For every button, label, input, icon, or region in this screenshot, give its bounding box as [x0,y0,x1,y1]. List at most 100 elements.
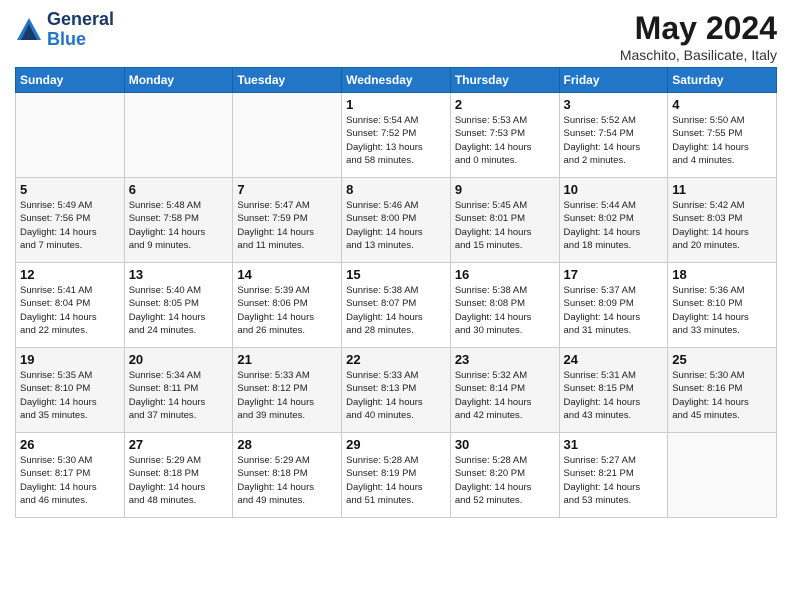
logo: General Blue [15,10,114,50]
day-info: Sunrise: 5:49 AM Sunset: 7:56 PM Dayligh… [20,199,120,252]
day-info: Sunrise: 5:52 AM Sunset: 7:54 PM Dayligh… [564,114,664,167]
calendar-week-row: 19 Sunrise: 5:35 AM Sunset: 8:10 PM Dayli… [16,348,777,433]
day-info: Sunrise: 5:30 AM Sunset: 8:16 PM Dayligh… [672,369,772,422]
day-info: Sunrise: 5:44 AM Sunset: 8:02 PM Dayligh… [564,199,664,252]
day-info: Sunrise: 5:31 AM Sunset: 8:15 PM Dayligh… [564,369,664,422]
calendar-day-cell [124,93,233,178]
calendar-day-cell: 28 Sunrise: 5:29 AM Sunset: 8:18 PM Dayli… [233,433,342,518]
day-info: Sunrise: 5:46 AM Sunset: 8:00 PM Dayligh… [346,199,446,252]
day-of-week-header: Thursday [450,68,559,93]
calendar-week-row: 5 Sunrise: 5:49 AM Sunset: 7:56 PM Daylig… [16,178,777,263]
day-number: 8 [346,182,446,197]
calendar-day-cell [668,433,777,518]
calendar-day-cell: 21 Sunrise: 5:33 AM Sunset: 8:12 PM Dayli… [233,348,342,433]
day-number: 27 [129,437,229,452]
calendar-day-cell: 17 Sunrise: 5:37 AM Sunset: 8:09 PM Dayli… [559,263,668,348]
day-info: Sunrise: 5:41 AM Sunset: 8:04 PM Dayligh… [20,284,120,337]
calendar-day-cell: 24Sunrise: 5:31 AM Sunset: 8:15 PM Dayli… [559,348,668,433]
day-number: 19 [20,352,120,367]
day-info: Sunrise: 5:42 AM Sunset: 8:03 PM Dayligh… [672,199,772,252]
calendar-week-row: 26Sunrise: 5:30 AM Sunset: 8:17 PM Dayli… [16,433,777,518]
calendar-day-cell: 13 Sunrise: 5:40 AM Sunset: 8:05 PM Dayli… [124,263,233,348]
day-of-week-header: Monday [124,68,233,93]
calendar-day-cell: 11 Sunrise: 5:42 AM Sunset: 8:03 PM Dayli… [668,178,777,263]
calendar-day-cell: 26Sunrise: 5:30 AM Sunset: 8:17 PM Dayli… [16,433,125,518]
day-number: 21 [237,352,337,367]
day-number: 3 [564,97,664,112]
day-info: Sunrise: 5:34 AM Sunset: 8:11 PM Dayligh… [129,369,229,422]
day-info: Sunrise: 5:30 AM Sunset: 8:17 PM Dayligh… [20,454,120,507]
day-info: Sunrise: 5:37 AM Sunset: 8:09 PM Dayligh… [564,284,664,337]
calendar-day-cell: 9 Sunrise: 5:45 AM Sunset: 8:01 PM Daylig… [450,178,559,263]
calendar-week-row: 1 Sunrise: 5:54 AM Sunset: 7:52 PM Daylig… [16,93,777,178]
calendar-day-cell: 12 Sunrise: 5:41 AM Sunset: 8:04 PM Dayli… [16,263,125,348]
day-number: 31 [564,437,664,452]
day-number: 29 [346,437,446,452]
day-info: Sunrise: 5:28 AM Sunset: 8:20 PM Dayligh… [455,454,555,507]
day-number: 22 [346,352,446,367]
day-number: 13 [129,267,229,282]
calendar-day-cell: 29Sunrise: 5:28 AM Sunset: 8:19 PM Dayli… [342,433,451,518]
logo-icon [15,16,43,44]
day-number: 2 [455,97,555,112]
calendar-day-cell: 27 Sunrise: 5:29 AM Sunset: 8:18 PM Dayli… [124,433,233,518]
calendar-day-cell: 2 Sunrise: 5:53 AM Sunset: 7:53 PM Daylig… [450,93,559,178]
logo-text: General Blue [47,10,114,50]
calendar-day-cell: 19 Sunrise: 5:35 AM Sunset: 8:10 PM Dayli… [16,348,125,433]
calendar-day-cell: 6Sunrise: 5:48 AM Sunset: 7:58 PM Daylig… [124,178,233,263]
day-number: 14 [237,267,337,282]
day-number: 28 [237,437,337,452]
day-of-week-header: Wednesday [342,68,451,93]
day-of-week-header: Saturday [668,68,777,93]
day-info: Sunrise: 5:35 AM Sunset: 8:10 PM Dayligh… [20,369,120,422]
day-info: Sunrise: 5:50 AM Sunset: 7:55 PM Dayligh… [672,114,772,167]
calendar-day-cell: 1 Sunrise: 5:54 AM Sunset: 7:52 PM Daylig… [342,93,451,178]
calendar-day-cell: 23 Sunrise: 5:32 AM Sunset: 8:14 PM Dayli… [450,348,559,433]
day-info: Sunrise: 5:29 AM Sunset: 8:18 PM Dayligh… [129,454,229,507]
day-info: Sunrise: 5:45 AM Sunset: 8:01 PM Dayligh… [455,199,555,252]
calendar-day-cell: 30Sunrise: 5:28 AM Sunset: 8:20 PM Dayli… [450,433,559,518]
day-info: Sunrise: 5:38 AM Sunset: 8:07 PM Dayligh… [346,284,446,337]
calendar-day-cell: 10 Sunrise: 5:44 AM Sunset: 8:02 PM Dayli… [559,178,668,263]
day-number: 11 [672,182,772,197]
day-number: 5 [20,182,120,197]
day-info: Sunrise: 5:32 AM Sunset: 8:14 PM Dayligh… [455,369,555,422]
calendar-day-cell: 16 Sunrise: 5:38 AM Sunset: 8:08 PM Dayli… [450,263,559,348]
day-of-week-header: Tuesday [233,68,342,93]
calendar-day-cell: 5 Sunrise: 5:49 AM Sunset: 7:56 PM Daylig… [16,178,125,263]
day-number: 6 [129,182,229,197]
day-info: Sunrise: 5:53 AM Sunset: 7:53 PM Dayligh… [455,114,555,167]
day-info: Sunrise: 5:36 AM Sunset: 8:10 PM Dayligh… [672,284,772,337]
day-number: 1 [346,97,446,112]
calendar-day-cell: 7 Sunrise: 5:47 AM Sunset: 7:59 PM Daylig… [233,178,342,263]
day-number: 4 [672,97,772,112]
day-info: Sunrise: 5:40 AM Sunset: 8:05 PM Dayligh… [129,284,229,337]
calendar-day-cell: 18 Sunrise: 5:36 AM Sunset: 8:10 PM Dayli… [668,263,777,348]
day-info: Sunrise: 5:33 AM Sunset: 8:12 PM Dayligh… [237,369,337,422]
day-info: Sunrise: 5:47 AM Sunset: 7:59 PM Dayligh… [237,199,337,252]
day-number: 25 [672,352,772,367]
calendar-header-row: SundayMondayTuesdayWednesdayThursdayFrid… [16,68,777,93]
day-number: 17 [564,267,664,282]
calendar-day-cell [16,93,125,178]
calendar-day-cell: 15Sunrise: 5:38 AM Sunset: 8:07 PM Dayli… [342,263,451,348]
day-number: 12 [20,267,120,282]
calendar-day-cell: 22Sunrise: 5:33 AM Sunset: 8:13 PM Dayli… [342,348,451,433]
day-number: 7 [237,182,337,197]
day-number: 23 [455,352,555,367]
day-number: 20 [129,352,229,367]
day-info: Sunrise: 5:38 AM Sunset: 8:08 PM Dayligh… [455,284,555,337]
day-number: 9 [455,182,555,197]
calendar-day-cell [233,93,342,178]
calendar-day-cell: 31 Sunrise: 5:27 AM Sunset: 8:21 PM Dayli… [559,433,668,518]
day-of-week-header: Friday [559,68,668,93]
calendar-week-row: 12 Sunrise: 5:41 AM Sunset: 8:04 PM Dayli… [16,263,777,348]
day-number: 18 [672,267,772,282]
day-number: 10 [564,182,664,197]
day-info: Sunrise: 5:27 AM Sunset: 8:21 PM Dayligh… [564,454,664,507]
calendar-day-cell: 14Sunrise: 5:39 AM Sunset: 8:06 PM Dayli… [233,263,342,348]
day-info: Sunrise: 5:29 AM Sunset: 8:18 PM Dayligh… [237,454,337,507]
calendar-day-cell: 20 Sunrise: 5:34 AM Sunset: 8:11 PM Dayli… [124,348,233,433]
day-info: Sunrise: 5:54 AM Sunset: 7:52 PM Dayligh… [346,114,446,167]
day-number: 16 [455,267,555,282]
